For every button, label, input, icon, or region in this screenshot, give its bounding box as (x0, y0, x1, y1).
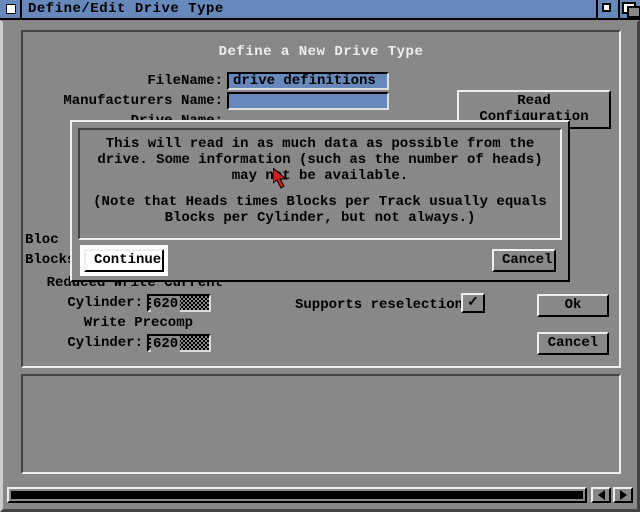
zoom-gadget[interactable] (596, 0, 618, 19)
wp-label: Write Precomp (23, 315, 197, 331)
scrollbar-thumb[interactable] (11, 491, 583, 499)
drive-list (21, 374, 621, 474)
close-gadget[interactable] (0, 0, 22, 19)
window-title: Define/Edit Drive Type (22, 1, 596, 17)
arrow-right-icon (620, 490, 627, 500)
dialog-message-2: (Note that Heads times Blocks per Track … (90, 194, 550, 226)
arrow-left-icon (598, 490, 605, 500)
label-partial-blocks: Blocks (25, 252, 75, 268)
rwc-cyl-field[interactable]: 620 (147, 294, 211, 312)
dialog-message-1: This will read in as much data as possib… (90, 136, 550, 184)
scrollbar-track[interactable] (7, 487, 587, 503)
label-partial-bloc: Bloc (25, 232, 59, 248)
scroll-left-button[interactable] (591, 487, 611, 503)
rwc-cyl-label: Cylinder: (23, 295, 147, 311)
horizontal-scrollbar (3, 487, 637, 503)
ok-button[interactable]: Ok (537, 294, 609, 317)
scroll-right-button[interactable] (613, 487, 633, 503)
read-config-dialog: This will read in as much data as possib… (70, 120, 570, 282)
wp-row: Write Precomp (23, 314, 619, 332)
filename-row: FileName: drive definitions (23, 72, 619, 90)
filename-field[interactable]: drive definitions (227, 72, 389, 90)
mfr-field[interactable] (227, 92, 389, 110)
continue-button[interactable]: Continue (84, 249, 164, 272)
depth-gadget[interactable] (618, 0, 640, 19)
panel-title: Define a New Drive Type (23, 44, 619, 60)
filename-label: FileName: (23, 73, 227, 89)
wp-cyl-row: Cylinder: 620 (23, 334, 619, 352)
titlebar: Define/Edit Drive Type (0, 0, 640, 20)
cancel-button[interactable]: Cancel (537, 332, 609, 355)
wp-cyl-field[interactable]: 620 (147, 334, 211, 352)
supports-label: Supports reselection (295, 297, 463, 313)
mfr-label: Manufacturers Name: (23, 93, 227, 109)
wp-cyl-label: Cylinder: (23, 335, 147, 351)
dialog-body: This will read in as much data as possib… (78, 128, 562, 240)
dialog-cancel-button[interactable]: Cancel (492, 249, 556, 272)
supports-checkbox[interactable]: ✓ (461, 293, 485, 313)
